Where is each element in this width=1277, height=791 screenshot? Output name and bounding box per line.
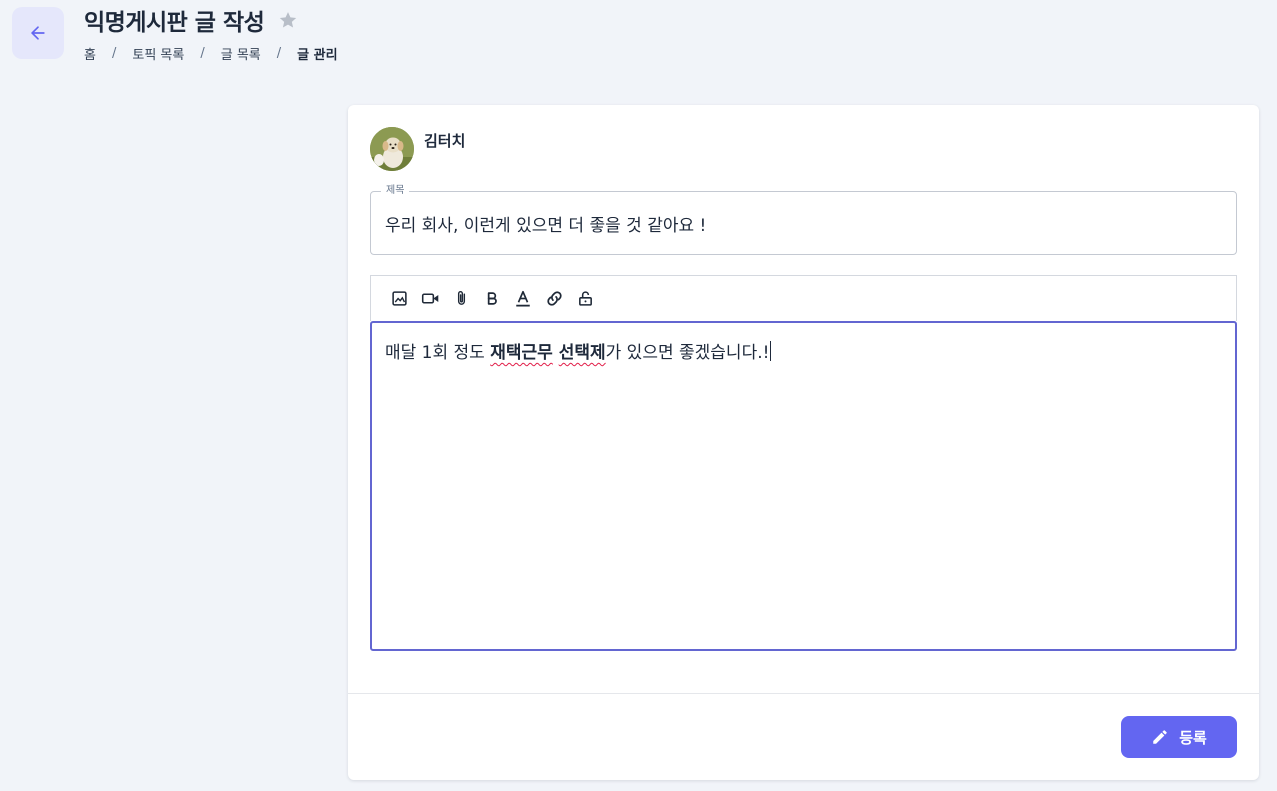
breadcrumb-separator: /: [111, 45, 117, 61]
footer-divider: [348, 693, 1259, 694]
breadcrumb-home[interactable]: 홈: [84, 44, 96, 63]
attach-icon[interactable]: [450, 288, 472, 310]
text-caret: [770, 341, 772, 361]
breadcrumb-topic-list[interactable]: 토픽 목록: [132, 44, 184, 63]
body-bold-text: 재택근무: [490, 343, 553, 363]
post-editor-card: 김터치 제목 매달 1회 정도 재택근무 선택제가 있으면 좋겠습니다.!: [348, 105, 1259, 780]
breadcrumb-post-list[interactable]: 글 목록: [221, 44, 261, 63]
title-field: 제목: [370, 185, 1237, 255]
submit-button[interactable]: 등록: [1121, 716, 1237, 758]
author-name: 김터치: [424, 132, 466, 150]
title-label: 제목: [381, 185, 410, 197]
body-bold-text: 선택제: [558, 343, 606, 363]
submit-label: 등록: [1179, 728, 1207, 747]
editor-toolbar: [370, 275, 1237, 321]
pencil-icon: [1151, 728, 1169, 746]
back-button[interactable]: [12, 7, 64, 59]
favorite-star-icon[interactable]: [278, 10, 298, 30]
breadcrumb-separator: /: [276, 45, 282, 61]
breadcrumb: 홈 / 토픽 목록 / 글 목록 / 글 관리: [84, 44, 338, 63]
breadcrumb-separator: /: [200, 45, 205, 61]
image-icon[interactable]: [388, 288, 410, 310]
text-color-icon[interactable]: [512, 288, 534, 310]
avatar: [370, 127, 414, 171]
body-editor[interactable]: 매달 1회 정도 재택근무 선택제가 있으면 좋겠습니다.!: [370, 321, 1237, 651]
author-info: 김터치: [370, 127, 465, 171]
body-text: 가 있으면 좋겠습니다.!: [605, 343, 770, 363]
bold-icon[interactable]: [481, 288, 503, 310]
arrow-left-icon: [31, 26, 45, 40]
breadcrumb-current: 글 관리: [297, 47, 338, 63]
body-text: 매달 1회 정도: [385, 343, 491, 363]
link-icon[interactable]: [543, 288, 565, 310]
title-input[interactable]: [385, 210, 1215, 236]
page-title: 익명게시판 글 작성: [84, 10, 265, 36]
video-icon[interactable]: [419, 288, 441, 310]
lock-icon[interactable]: [574, 288, 596, 310]
